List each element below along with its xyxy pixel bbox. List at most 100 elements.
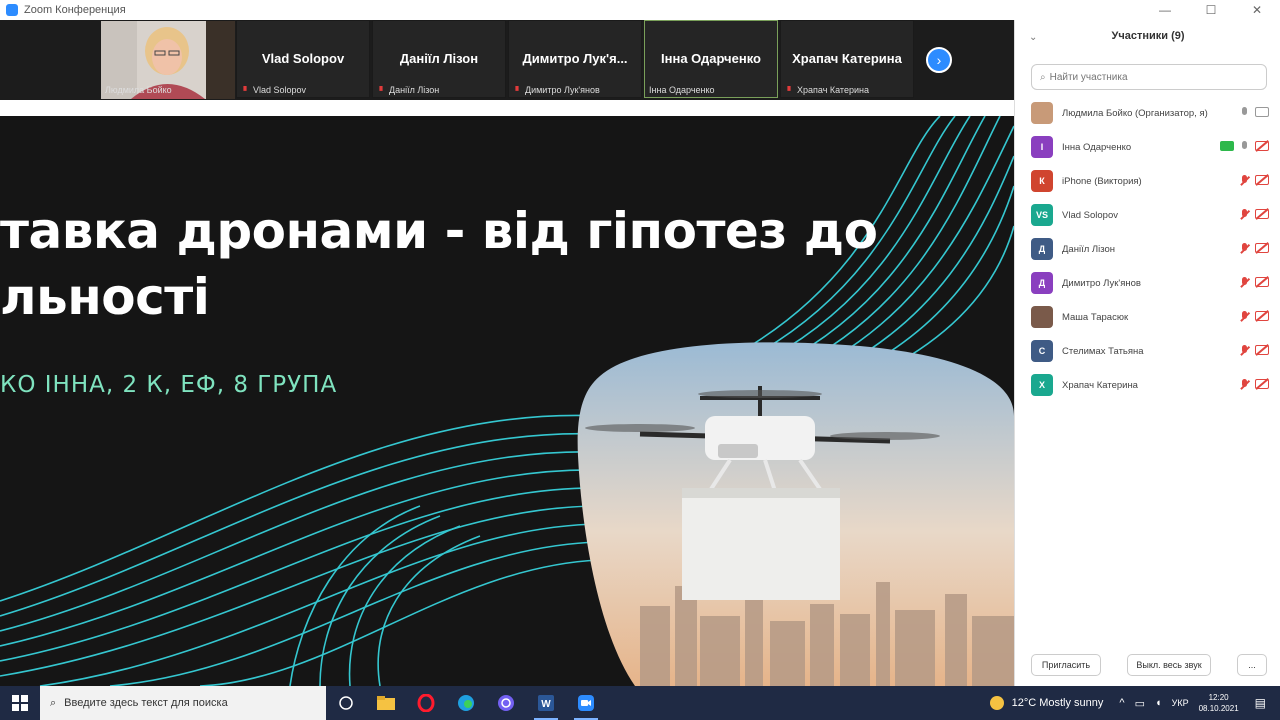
- wave-lines-bottom: [0, 414, 601, 686]
- mic-muted-icon[interactable]: [1240, 379, 1249, 391]
- camera-off-icon[interactable]: [1255, 175, 1269, 185]
- opera-browser-button[interactable]: [406, 686, 446, 720]
- participant-row[interactable]: Маша Тарасюк: [1015, 300, 1280, 334]
- participant-name: Даніїл Лізон: [1062, 243, 1116, 255]
- participant-search-input[interactable]: [1049, 71, 1250, 83]
- window-controls: — ☐ ✕: [1142, 0, 1280, 20]
- participant-row[interactable]: Д Даніїл Лізон: [1015, 232, 1280, 266]
- video-tile-3[interactable]: Димитро Лук'я... Димитро Лук'янов: [508, 20, 642, 98]
- video-on-icon: [1220, 141, 1234, 151]
- maximize-icon[interactable]: ☐: [1188, 0, 1234, 20]
- clock-date: 08.10.2021: [1198, 704, 1239, 713]
- shared-screen-slide: тавка дронами - від гіпотез до льності К…: [0, 116, 1014, 686]
- participant-status-icons: [1240, 345, 1269, 357]
- participant-row[interactable]: VS Vlad Solopov: [1015, 198, 1280, 232]
- close-icon[interactable]: ✕: [1234, 0, 1280, 20]
- mic-muted-icon[interactable]: [1240, 311, 1249, 323]
- participant-status-icons: [1220, 141, 1269, 153]
- participant-row[interactable]: КiPhone (Виктория): [1015, 164, 1280, 198]
- gallery-strip: Людмила Бойко Vlad Solopov Vlad Solopov …: [0, 20, 1014, 100]
- tile-caption: Димитро Лук'янов: [513, 85, 600, 95]
- tile-caption: Людмила Бойко: [105, 85, 172, 95]
- participant-name: Храпач Катерина: [1062, 379, 1138, 391]
- participants-panel: ⌄ Участники (9) ⌕ Людмила Бойко (Организ…: [1014, 20, 1280, 686]
- viber-button[interactable]: [486, 686, 526, 720]
- chevron-right-icon: ›: [936, 52, 942, 68]
- participant-avatar: С: [1031, 340, 1053, 362]
- edge-browser-button[interactable]: [446, 686, 486, 720]
- tile-caption: Храпач Катерина: [785, 85, 869, 95]
- participant-row[interactable]: Людмила Бойко (Организатор, я): [1015, 96, 1280, 130]
- camera-off-icon[interactable]: [1255, 243, 1269, 253]
- language-indicator[interactable]: УКР: [1172, 698, 1189, 708]
- zoom-icon: [578, 695, 594, 711]
- camera-icon[interactable]: [1255, 107, 1269, 117]
- windows-logo-icon: [12, 695, 28, 711]
- network-icon[interactable]: ▭: [1135, 697, 1145, 710]
- weather-text[interactable]: 12°C Mostly sunny: [1012, 697, 1104, 709]
- volume-icon[interactable]: ◖: [1155, 697, 1162, 709]
- participant-photo-avatar: [1031, 102, 1053, 124]
- slide-title-line-1: тавка дронами - від гіпотез до: [0, 202, 878, 260]
- video-tile-5[interactable]: Храпач Катерина Храпач Катерина: [780, 20, 914, 98]
- participant-name: iPhone (Виктория): [1062, 175, 1142, 187]
- participant-search-box[interactable]: ⌕: [1031, 64, 1267, 90]
- mic-muted-icon[interactable]: [1240, 243, 1249, 255]
- minimize-icon[interactable]: —: [1142, 0, 1188, 20]
- edge-icon: [458, 695, 474, 711]
- camera-off-icon[interactable]: [1255, 141, 1269, 151]
- camera-off-icon[interactable]: [1255, 311, 1269, 321]
- participant-avatar: Д: [1031, 238, 1053, 260]
- mic-icon[interactable]: [1240, 107, 1249, 119]
- participant-status-icons: [1240, 175, 1269, 187]
- invite-button[interactable]: Пригласить: [1031, 654, 1101, 676]
- camera-off-icon[interactable]: [1255, 379, 1269, 389]
- participant-row[interactable]: С Стелимах Татьяна: [1015, 334, 1280, 368]
- search-icon: ⌕: [50, 696, 57, 709]
- camera-off-icon[interactable]: [1255, 345, 1269, 355]
- participant-status-icons: [1240, 209, 1269, 221]
- mute-all-button[interactable]: Выкл. весь звук: [1127, 654, 1211, 676]
- more-button[interactable]: ...: [1237, 654, 1267, 676]
- notifications-icon[interactable]: ▤: [1255, 696, 1266, 710]
- mic-icon[interactable]: [1240, 141, 1249, 153]
- zoom-app-button[interactable]: [566, 686, 606, 720]
- camera-off-icon[interactable]: [1255, 209, 1269, 219]
- show-hidden-icons-icon[interactable]: ^: [1119, 697, 1124, 709]
- mic-muted-icon: [243, 85, 247, 91]
- mic-muted-icon[interactable]: [1240, 175, 1249, 187]
- video-tile-0[interactable]: Людмила Бойко: [100, 20, 235, 99]
- participant-name: Vlad Solopov: [1062, 209, 1118, 221]
- start-button[interactable]: [0, 686, 40, 720]
- windows-taskbar: ⌕ Введите здесь текст для поиска W 12°C …: [0, 686, 1280, 720]
- participants-footer: Пригласить Выкл. весь звук ...: [1015, 654, 1280, 678]
- participant-name: Маша Тарасюк: [1062, 311, 1129, 323]
- participants-header: Участники (9): [1111, 30, 1185, 42]
- file-explorer-button[interactable]: [366, 686, 406, 720]
- mic-muted-icon: [515, 85, 519, 91]
- taskbar-search[interactable]: ⌕ Введите здесь текст для поиска: [40, 686, 326, 720]
- participant-status-icons: [1240, 107, 1269, 119]
- participant-row[interactable]: Д Димитро Лук'янов: [1015, 266, 1280, 300]
- svg-text:W: W: [541, 699, 551, 710]
- opera-icon: [417, 694, 435, 712]
- participant-status-icons: [1240, 379, 1269, 391]
- clock-time: 12:20: [1208, 693, 1229, 702]
- mic-muted-icon[interactable]: [1240, 345, 1249, 357]
- video-tile-1[interactable]: Vlad Solopov Vlad Solopov: [236, 20, 370, 98]
- participant-name: Людмила Бойко (Организатор, я): [1062, 107, 1208, 119]
- participant-row[interactable]: Х Храпач Катерина: [1015, 368, 1280, 402]
- next-page-button[interactable]: ›: [926, 47, 952, 73]
- camera-off-icon[interactable]: [1255, 277, 1269, 287]
- mic-muted-icon[interactable]: [1240, 277, 1249, 289]
- video-tile-2[interactable]: Даніїл Лізон Даніїл Лізон: [372, 20, 506, 98]
- participant-status-icons: [1240, 277, 1269, 289]
- participant-avatar: І: [1031, 136, 1053, 158]
- word-button[interactable]: W: [526, 686, 566, 720]
- clock[interactable]: 12:20 08.10.2021: [1199, 692, 1239, 714]
- participant-row[interactable]: І Інна Одарченко: [1015, 130, 1280, 164]
- task-view-button[interactable]: [326, 686, 366, 720]
- mic-muted-icon[interactable]: [1240, 209, 1249, 221]
- mic-muted-icon: [787, 85, 791, 91]
- video-tile-4[interactable]: Інна Одарченко Інна Одарченко: [644, 20, 778, 98]
